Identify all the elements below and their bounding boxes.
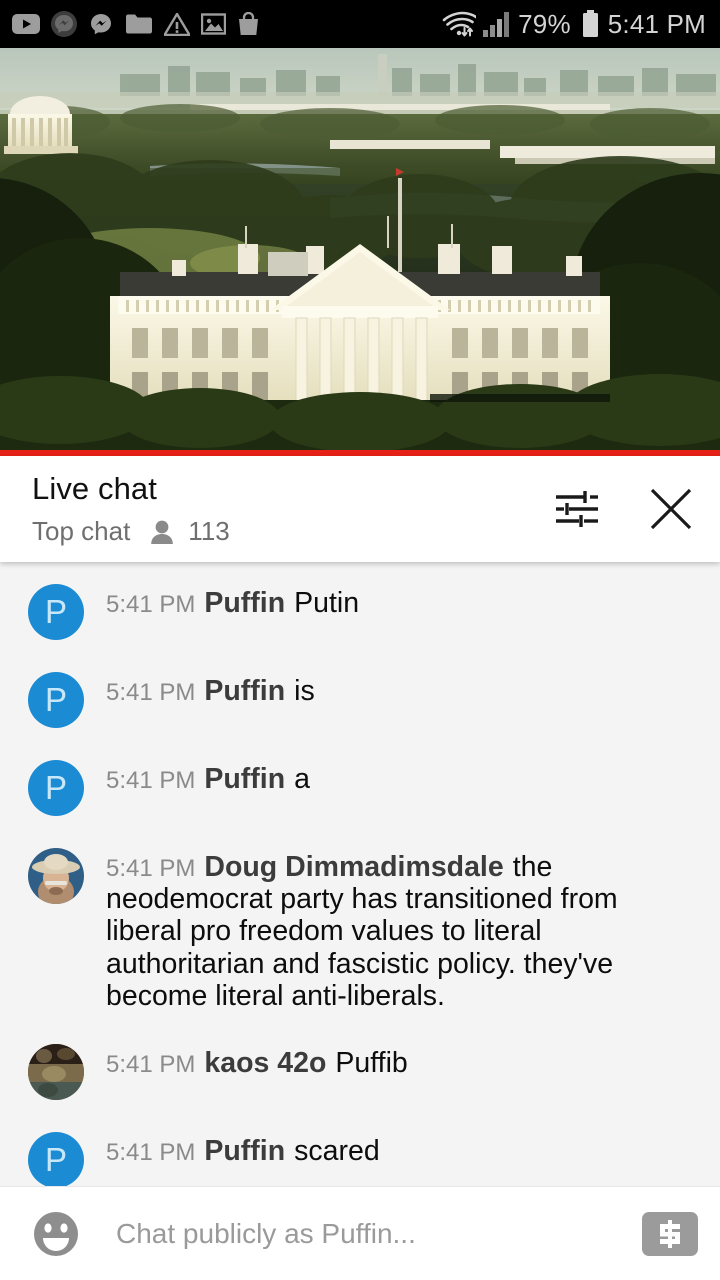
folder-icon [126,14,152,34]
chat-message-body: 5:41 PM Puffin Putin [106,584,359,619]
avatar-photo [28,1044,84,1101]
image-icon [201,13,226,35]
live-chat-screen: 79% 5:41 PM Live chat Top chat 113 P 5:4… [0,0,720,1280]
chat-message-list[interactable]: P 5:41 PM Puffin Putin P 5:41 PM Puffin is P 5:41… [0,562,720,1186]
chat-message[interactable]: 5:41 PM Doug Dimmadimsdale the neodemocrat… [0,832,720,1028]
chat-message[interactable]: P 5:41 PM Puffin scared [0,1116,720,1186]
avatar-initial: P [28,1132,84,1186]
avatar-initial: P [28,672,84,728]
warning-triangle-icon [164,12,190,36]
battery-percent-label: 79% [518,9,571,39]
avatar-initial-letter: P [44,680,67,718]
chat-message[interactable]: P 5:41 PM Puffin is [0,656,720,744]
chat-input-bar [0,1186,720,1280]
chat-message-text: Putin [294,587,360,619]
status-bar-notification-icons [12,11,260,37]
chat-message[interactable]: P 5:41 PM Puffin Putin [0,568,720,656]
chat-message-text: a [294,763,310,795]
chat-message-body: 5:41 PM Doug Dimmadimsdale the neodemocrat… [106,848,690,1012]
wifi-data-icon [442,11,477,37]
messenger-icon [91,14,111,35]
chat-message-author[interactable]: Puffin [204,587,285,619]
live-chat-title: Live chat [32,471,157,506]
avatar-initial: P [28,760,84,816]
chat-message-author[interactable]: Doug Dimmadimsdale [204,851,503,883]
chat-message-text: scared [294,1135,380,1168]
shopping-bag-icon [239,12,258,35]
live-chat-header: Live chat Top chat 113 [0,456,720,562]
status-bar: 79% 5:41 PM [0,0,720,48]
chat-message-text: Puffib [335,1047,408,1080]
clock-label: 5:41 PM [607,9,706,39]
chat-message-author[interactable]: Puffin [204,675,285,707]
chat-message-timestamp: 5:41 PM [106,855,196,882]
messenger-muted-icon [51,11,77,37]
chat-message-author[interactable]: Puffin [204,763,285,795]
chat-message[interactable]: P 5:41 PM Puffin a [0,744,720,832]
avatar-photo-dark-blurry [28,1044,84,1101]
avatar-initial: P [28,584,84,640]
youtube-icon [12,14,40,34]
super-chat-button[interactable] [642,1211,698,1256]
white-house-video-frame [0,48,720,450]
chat-message-timestamp: 5:41 PM [106,591,196,618]
emoji-smiley-icon [34,1211,78,1256]
chat-settings-button[interactable] [550,482,604,536]
chat-message[interactable]: 5:41 PM kaos 42o Puffib [0,1028,720,1116]
battery-icon [582,10,598,37]
status-bar-system-icons: 79% 5:41 PM [442,10,706,38]
chat-message-author[interactable]: kaos 42o [204,1047,326,1079]
chat-message-timestamp: 5:41 PM [106,767,196,794]
avatar-photo [28,848,84,904]
viewer-count-label: 113 [188,516,230,546]
chat-message-author[interactable]: Puffin [204,1135,285,1167]
super-chat-dollar-icon [660,1219,680,1248]
avatar-initial-letter: P [44,1140,67,1178]
chat-message-body: 5:41 PM Puffin is [106,672,315,707]
close-icon [650,488,692,530]
person-icon [151,520,174,544]
chat-message-timestamp: 5:41 PM [106,1051,196,1079]
chat-message-timestamp: 5:41 PM [106,679,196,706]
chat-message-body: 5:41 PM Puffin scared [106,1132,380,1167]
live-chat-subrow: Top chat 113 [32,516,230,547]
avatar-photo-man-in-cowboy-hat [28,848,84,904]
chat-message-body: 5:41 PM Puffin a [106,760,310,795]
live-chat-header-titles: Live chat Top chat 113 [32,471,230,547]
live-chat-header-actions [550,482,698,536]
top-chat-label[interactable]: Top chat [32,516,130,547]
emoji-picker-button[interactable] [28,1206,84,1262]
avatar-initial-letter: P [44,768,67,806]
chat-message-timestamp: 5:41 PM [106,1139,196,1167]
close-chat-button[interactable] [644,482,698,536]
chat-message-text: is [294,675,315,707]
video-player[interactable] [0,48,720,456]
chat-input[interactable] [84,1217,642,1250]
chat-message-body: 5:41 PM kaos 42o Puffib [106,1044,408,1079]
cell-signal-icon [483,12,510,37]
avatar-initial-letter: P [44,592,67,630]
chat-settings-sliders-icon [556,491,598,527]
